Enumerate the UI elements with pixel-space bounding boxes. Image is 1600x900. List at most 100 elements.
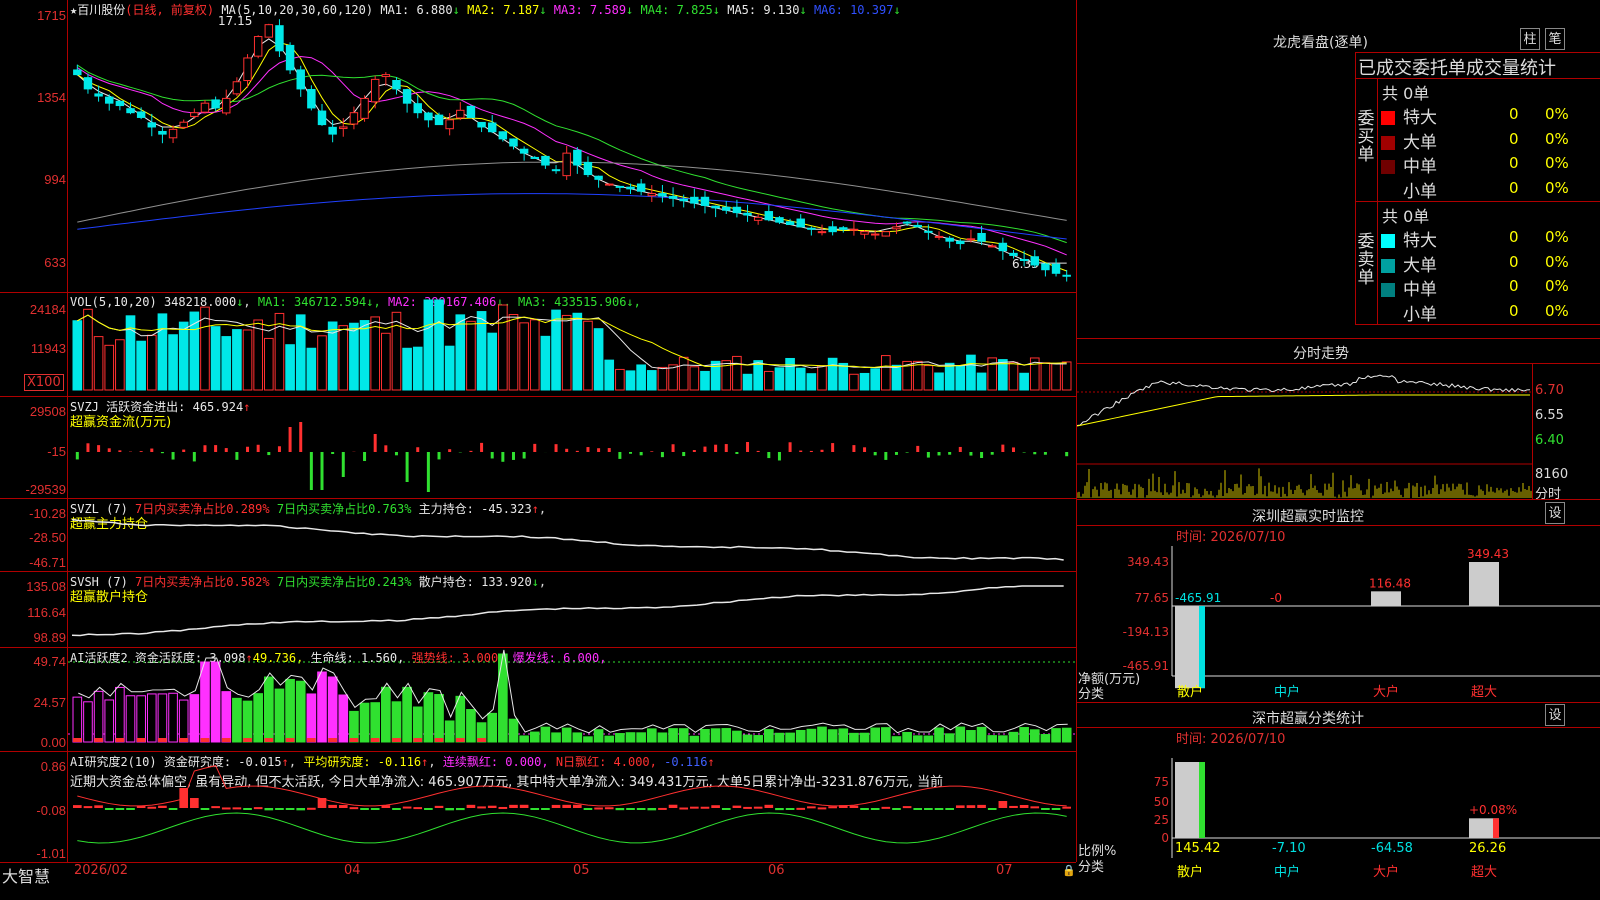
flow-bar <box>373 434 377 452</box>
volume-bar <box>1061 361 1072 391</box>
activity-bar <box>146 693 157 743</box>
date-tick-2: 05 <box>573 863 590 878</box>
candle-body <box>115 100 125 107</box>
color-swatch <box>1381 283 1395 297</box>
activity-bar <box>285 678 295 743</box>
date-axis[interactable]: 2026/02 04 05 06 07 🔒 <box>68 862 1076 882</box>
flow-bar <box>203 445 207 452</box>
ai-research-chart[interactable] <box>68 752 1076 862</box>
row-pct: 0% <box>1545 301 1569 320</box>
ai-activity-chart[interactable] <box>68 648 1076 751</box>
activity-base-bar <box>264 738 274 742</box>
flow-bar <box>118 450 122 452</box>
activity-base-bar <box>115 738 125 742</box>
flow-bar <box>639 452 643 456</box>
main-holdings-chart[interactable] <box>68 499 1076 571</box>
monitor-bar-label: -465.91 <box>1175 591 1221 605</box>
volume-bar <box>700 370 710 391</box>
date-tick-3: 06 <box>768 863 785 878</box>
research-bar <box>392 808 401 810</box>
class-axis-label: 50 <box>1154 795 1169 809</box>
sz-class-settings-button[interactable]: 设 <box>1545 704 1565 726</box>
research-bar <box>860 808 869 810</box>
lhkp-sell-row: 小单 0 0% <box>1381 300 1600 325</box>
tick-view-button[interactable]: 笔 <box>1545 28 1565 50</box>
candle-body <box>424 112 433 121</box>
research-bar <box>647 808 657 811</box>
date-tick-4: 07 <box>996 863 1013 878</box>
activity-bar <box>689 735 700 743</box>
research-bar <box>190 798 199 808</box>
volume-bar <box>306 347 317 391</box>
research-green-line <box>77 812 1067 844</box>
research-bar <box>817 807 827 810</box>
class-bar-label: -7.10 <box>1272 841 1306 856</box>
research-bar <box>679 807 689 810</box>
intraday-chart[interactable] <box>1077 364 1532 499</box>
volume-bar <box>838 362 849 391</box>
flow-bar <box>660 452 664 458</box>
research-bar <box>892 808 901 810</box>
candle-body <box>956 240 965 245</box>
row-pct: 0% <box>1545 105 1569 123</box>
activity-base-bar <box>179 738 189 742</box>
activity-bar <box>327 676 338 743</box>
volume-bar <box>742 373 753 391</box>
activity-bar <box>774 732 785 743</box>
candle-body <box>179 121 188 128</box>
volume-bar <box>540 335 551 391</box>
volume-bar <box>168 334 178 391</box>
flow-bar <box>905 452 909 453</box>
bar-view-button[interactable]: 柱 <box>1520 28 1540 50</box>
candle-body <box>722 206 731 211</box>
research-bar <box>424 808 433 810</box>
activity-base-bar <box>370 738 380 742</box>
class-axis-label: 25 <box>1154 813 1169 827</box>
candle-body <box>658 193 667 197</box>
candle-body <box>902 221 912 224</box>
candlestick-chart[interactable] <box>68 0 1076 292</box>
candle-body <box>849 228 859 231</box>
flow-bar <box>171 452 175 460</box>
volume-bar <box>359 320 370 391</box>
row-count: 0 <box>1509 154 1519 172</box>
class-bar-edge <box>1199 762 1205 838</box>
activity-bar <box>317 671 327 743</box>
volume-bar <box>519 322 529 391</box>
fund-flow-chart[interactable] <box>68 397 1076 498</box>
candle-body <box>753 216 763 221</box>
activity-bar <box>795 729 806 743</box>
candle-body <box>977 232 986 242</box>
retail-holdings-chart[interactable] <box>68 572 1076 647</box>
sz-monitor-chart[interactable]: 349.4377.65-194.13-465.91-465.91散户-0中户11… <box>1077 526 1600 702</box>
sz-monitor-settings-button[interactable]: 设 <box>1545 502 1565 524</box>
volume-chart[interactable] <box>68 293 1076 396</box>
activity-base-bar <box>349 738 359 742</box>
candle-body <box>211 99 220 109</box>
activity-bar <box>263 676 274 743</box>
class-bar-label: 26.26 <box>1469 841 1506 856</box>
volume-bar <box>891 364 902 391</box>
flow-bar <box>575 450 579 452</box>
sz-class-chart[interactable]: 75 50 25 0 145.42 散户 -7.10 中户 -64.58 大户 26.26 超大 +0.… <box>1077 728 1600 900</box>
activity-base-bar <box>158 738 167 742</box>
research-bar <box>562 804 571 808</box>
activity-bar <box>827 729 838 743</box>
price-axis-top: 1715 <box>37 8 66 23</box>
flow-bar <box>341 452 345 477</box>
candle-body <box>126 108 135 114</box>
research-bar <box>1019 804 1029 808</box>
research-bar <box>796 807 806 810</box>
research-bar <box>775 808 784 811</box>
candle-body <box>360 97 369 119</box>
candle-body <box>636 183 646 192</box>
candle-body <box>1009 252 1018 256</box>
flow-bar <box>469 450 473 452</box>
research-bar <box>1062 806 1071 809</box>
flow-bar <box>916 445 920 452</box>
flow-bar <box>788 442 792 452</box>
activity-bar <box>1061 727 1072 743</box>
volume-bar <box>604 359 615 391</box>
activity-bar <box>838 728 849 743</box>
lock-icon[interactable]: 🔒 <box>1062 864 1076 877</box>
